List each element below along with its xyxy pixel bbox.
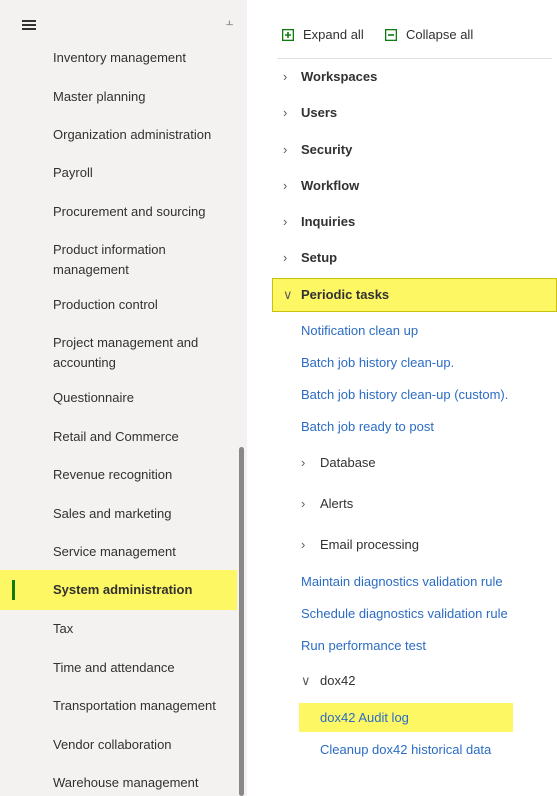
link-cleanup-dox42-historical-data[interactable]: Cleanup dox42 historical data <box>320 741 491 759</box>
link-run-performance-test[interactable]: Run performance test <box>301 637 426 655</box>
nav-item-payroll[interactable]: Payroll <box>0 162 237 184</box>
nav-item-tax[interactable]: Tax <box>0 618 237 640</box>
group-inquiries[interactable]: › Inquiries <box>283 213 355 231</box>
nav-item-system-administration[interactable]: System administration <box>0 570 237 610</box>
chevron-right-icon: › <box>301 496 306 511</box>
chevron-down-icon: ∨ <box>283 287 293 302</box>
group-setup[interactable]: › Setup <box>283 249 337 267</box>
pin-icon[interactable]: ⫠ <box>226 14 233 29</box>
nav-item-vendor-collaboration[interactable]: Vendor collaboration <box>0 734 237 756</box>
nav-item-questionnaire[interactable]: Questionnaire <box>0 387 237 409</box>
chevron-down-icon: ∨ <box>301 673 311 688</box>
link-batch-job-ready-to-post[interactable]: Batch job ready to post <box>301 418 434 436</box>
link-dox42-audit-log[interactable]: dox42 Audit log <box>320 709 409 727</box>
group-security[interactable]: › Security <box>283 141 352 159</box>
group-workflow[interactable]: › Workflow <box>283 177 359 195</box>
nav-item-inventory-management[interactable]: Inventory management <box>0 47 237 69</box>
link-batch-job-history-clean-up-custom[interactable]: Batch job history clean-up (custom). <box>301 386 508 404</box>
nav-item-procurement-and-sourcing[interactable]: Procurement and sourcing <box>0 201 237 223</box>
hamburger-icon[interactable] <box>22 20 36 30</box>
nav-scrollbar-thumb[interactable] <box>239 447 244 796</box>
nav-item-sales-and-marketing[interactable]: Sales and marketing <box>0 503 237 525</box>
nav-item-master-planning[interactable]: Master planning <box>0 86 237 108</box>
chevron-right-icon: › <box>283 214 288 229</box>
nav-item-project-management-and-accounting[interactable]: Project management and accounting <box>0 332 237 374</box>
nav-item-production-control[interactable]: Production control <box>0 294 237 316</box>
selected-indicator <box>12 580 15 600</box>
subgroup-alerts[interactable]: › Alerts <box>301 495 353 513</box>
nav-item-revenue-recognition[interactable]: Revenue recognition <box>0 464 237 486</box>
chevron-right-icon: › <box>283 250 288 265</box>
nav-item-product-information-management[interactable]: Product information management <box>0 239 237 281</box>
subgroup-dox42[interactable]: ∨ dox42 <box>301 672 355 690</box>
subgroup-email-processing[interactable]: › Email processing <box>301 536 419 554</box>
link-batch-job-history-clean-up[interactable]: Batch job history clean-up. <box>301 354 454 372</box>
toolbar-divider <box>277 58 552 59</box>
expand-all-button[interactable]: Expand all <box>282 27 364 42</box>
nav-scrollbar[interactable] <box>237 0 247 796</box>
collapse-all-button[interactable]: Collapse all <box>385 27 473 42</box>
chevron-right-icon: › <box>301 537 306 552</box>
link-schedule-diagnostics-validation-rule[interactable]: Schedule diagnostics validation rule <box>301 605 508 623</box>
chevron-right-icon: › <box>301 455 306 470</box>
chevron-right-icon: › <box>283 105 288 120</box>
group-workspaces[interactable]: › Workspaces <box>283 68 377 86</box>
subgroup-database[interactable]: › Database <box>301 454 376 472</box>
link-maintain-diagnostics-validation-rule[interactable]: Maintain diagnostics validation rule <box>301 573 503 591</box>
navigation-pane: ⫠ Inventory management Master planning O… <box>0 0 247 796</box>
nav-item-warehouse-management[interactable]: Warehouse management <box>0 772 237 794</box>
chevron-right-icon: › <box>283 69 288 84</box>
expand-all-icon <box>282 28 294 41</box>
nav-item-organization-administration[interactable]: Organization administration <box>0 124 237 146</box>
nav-item-service-management[interactable]: Service management <box>0 541 237 563</box>
nav-item-retail-and-commerce[interactable]: Retail and Commerce <box>0 426 237 448</box>
nav-item-transportation-management[interactable]: Transportation management <box>0 695 237 717</box>
nav-item-time-and-attendance[interactable]: Time and attendance <box>0 657 237 679</box>
group-periodic-tasks[interactable]: ∨ Periodic tasks <box>272 278 557 312</box>
link-notification-clean-up[interactable]: Notification clean up <box>301 322 418 340</box>
group-users[interactable]: › Users <box>283 104 337 122</box>
chevron-right-icon: › <box>283 142 288 157</box>
chevron-right-icon: › <box>283 178 288 193</box>
collapse-all-icon <box>385 28 397 41</box>
